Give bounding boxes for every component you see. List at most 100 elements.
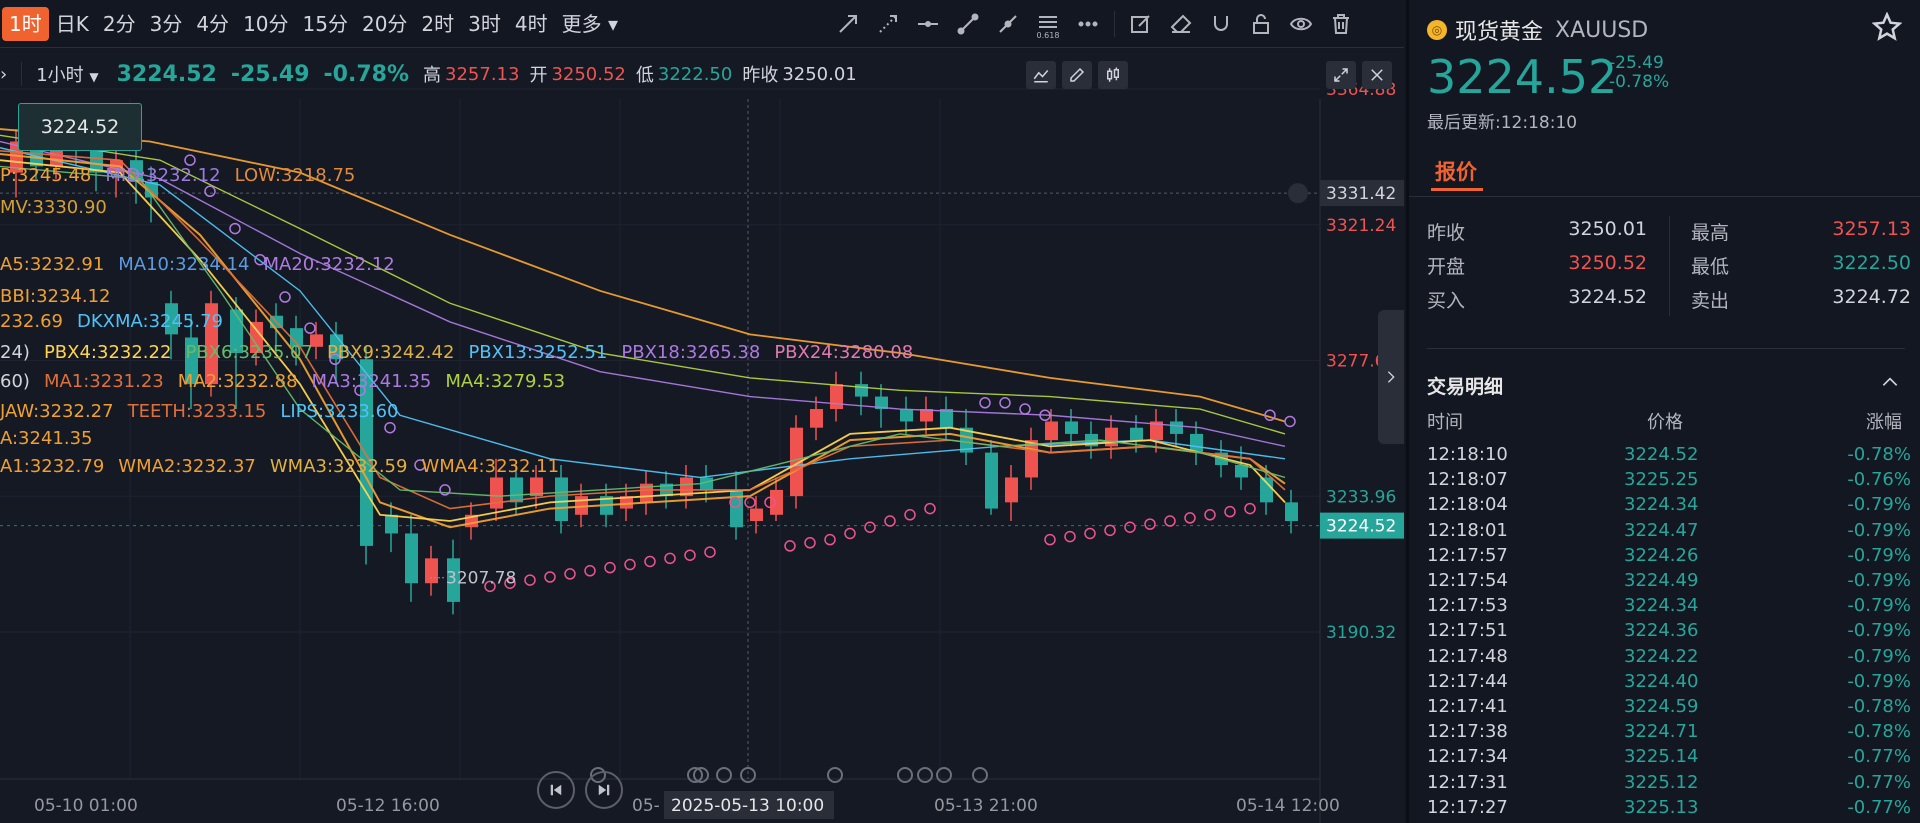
indicator-line-9: A1:3232.79 WMA2:3232.37 WMA3:3232.59 WMA4:3… (0, 456, 573, 477)
crosshair-time-label: 2025-05-13 10:00 (671, 796, 824, 816)
horizontal-line-icon[interactable] (908, 4, 948, 44)
deal-time: 12:17:41 (1427, 696, 1508, 717)
magnet-icon[interactable] (1201, 4, 1241, 44)
indicator-icon[interactable] (1026, 61, 1056, 89)
candle-body (555, 477, 568, 522)
quote-label: 昨收 (1427, 222, 1466, 244)
timeframe-6[interactable]: 15分 (296, 7, 355, 41)
trend-line-icon[interactable] (948, 4, 988, 44)
deal-price: 3225.25 (1624, 469, 1699, 491)
price-change: -25.49 (1609, 53, 1664, 73)
deal-change: -0.78% (1847, 696, 1911, 717)
timeframe-1[interactable]: 日K (49, 7, 96, 41)
quote-value: 3224.72 (1832, 286, 1911, 308)
indicator-value: PBX13:3252.51 (468, 342, 608, 363)
timeframe-4[interactable]: 4分 (189, 7, 236, 41)
pencil-icon[interactable] (1062, 61, 1092, 89)
legend-change: -25.49 (230, 61, 310, 87)
sar-dot (279, 291, 291, 303)
deal-time: 12:17:53 (1427, 595, 1508, 617)
tab-quote[interactable]: 报价 (1435, 156, 1477, 186)
timeframe-2[interactable]: 2分 (96, 7, 143, 41)
collapse-chevron-icon[interactable]: › (0, 64, 7, 85)
more-tools-icon[interactable] (1068, 4, 1108, 44)
indicator-value: 232.69 (0, 311, 63, 332)
quote-panel: ◎ 现货黄金 XAUUSD 3224.52 -25.49 -0.78% 最后更新… (1406, 0, 1920, 823)
candle-body (1170, 421, 1183, 434)
timeframe-8[interactable]: 2时 (414, 7, 461, 41)
collapse-up-icon[interactable] (1880, 372, 1900, 392)
fullscreen-icon[interactable] (1326, 61, 1356, 89)
deal-row: 12:18:04 3224.34 -0.79% (1427, 494, 1911, 519)
symbol-code: XAUUSD (1555, 17, 1649, 43)
candle-style-icon[interactable] (1098, 61, 1128, 89)
timeframe-5[interactable]: 10分 (236, 7, 295, 41)
deals-header-price: 价格 (1647, 412, 1683, 433)
toolbar-divider (1114, 11, 1115, 37)
segment-tool-icon[interactable] (988, 4, 1028, 44)
time-axis-label: 05-14 12:00 (1236, 796, 1340, 816)
sar-dot (979, 397, 991, 409)
timeframe-3[interactable]: 3分 (143, 7, 190, 41)
interval-selector[interactable]: 1小时 ▼ (36, 61, 98, 87)
edit-icon[interactable] (1121, 4, 1161, 44)
deal-row: 12:18:07 3225.25 -0.76% (1427, 469, 1911, 494)
indicator-line-3: BBI:3234.12 (0, 286, 125, 307)
price-change-pct: -0.78% (1609, 72, 1670, 92)
fibonacci-icon[interactable]: 0.618 (1028, 4, 1068, 44)
close-icon[interactable] (1362, 61, 1392, 89)
arrow-tool-icon[interactable] (828, 4, 868, 44)
indicator-value: MA3:3241.35 (311, 371, 432, 392)
sar-dot (184, 154, 196, 166)
replay-prev-button[interactable] (537, 771, 575, 809)
low-value: 3222.50 (657, 63, 733, 85)
candle-body (770, 489, 783, 515)
deal-time: 12:17:48 (1427, 645, 1508, 667)
quote-value: 3257.13 (1832, 218, 1911, 240)
low-marker-label: 3207.78 (446, 569, 516, 589)
section-divider (1427, 348, 1905, 349)
deal-price: 3224.26 (1624, 544, 1699, 566)
indicator-value: PBX4:3232.22 (43, 342, 172, 363)
indicator-value: WMA3:3232.59 (269, 456, 408, 477)
indicator-value: MA4:3279.53 (445, 371, 566, 392)
sar-dot (1064, 530, 1076, 543)
sar-dot (1164, 515, 1176, 527)
eye-icon[interactable] (1281, 4, 1321, 44)
sar-dot (999, 397, 1011, 409)
timeframe-0[interactable]: 1时 (2, 6, 49, 41)
timeframe-9[interactable]: 3时 (461, 7, 508, 41)
chart-area[interactable]: 3207.78 3364.88 3331.42 3321.24 3277.60 3233.… (0, 49, 1404, 823)
deal-change: -0.79% (1847, 570, 1911, 591)
deal-change: -0.79% (1847, 494, 1911, 516)
sar-dot (524, 574, 536, 586)
favorite-star-icon[interactable] (1871, 11, 1903, 42)
timeframe-10[interactable]: 4时 (508, 7, 555, 41)
quote-label: 最高 (1691, 222, 1730, 244)
sar-dot (1204, 509, 1216, 521)
sar-dot (204, 185, 216, 198)
sar-dot (924, 502, 936, 515)
open-label: 开 (529, 65, 548, 86)
high-label: 高 (423, 65, 442, 86)
unlock-icon[interactable] (1241, 4, 1281, 44)
ray-tool-icon[interactable] (868, 4, 908, 44)
timeframe-11[interactable]: 更多 ▾ (555, 7, 625, 41)
sar-dot (704, 546, 716, 558)
sar-dot (864, 521, 876, 533)
timeframe-7[interactable]: 20分 (355, 7, 414, 41)
event-marker-icon (716, 767, 732, 783)
deal-price: 3224.59 (1624, 696, 1699, 717)
interval-label: 1小时 (36, 65, 84, 86)
panel-expand-button[interactable] (1378, 310, 1404, 444)
deal-price: 3225.14 (1624, 746, 1699, 768)
timeframe-toolbar: 1时 日K 2分 3分 4分 10分 15分 20分 2时 3时 4时 更多 ▾ 0.618 (0, 0, 1404, 48)
indicator-value: DKXMA:3245.79 (76, 311, 224, 332)
replay-next-button[interactable] (585, 771, 623, 809)
deal-time: 12:18:07 (1427, 469, 1508, 491)
trash-icon[interactable] (1321, 4, 1361, 44)
indicator-value: MV:3330.90 (0, 197, 107, 218)
eraser-icon[interactable] (1161, 4, 1201, 44)
candle-body (750, 508, 763, 522)
deal-row: 12:17:38 3224.71 -0.78% (1427, 721, 1911, 746)
